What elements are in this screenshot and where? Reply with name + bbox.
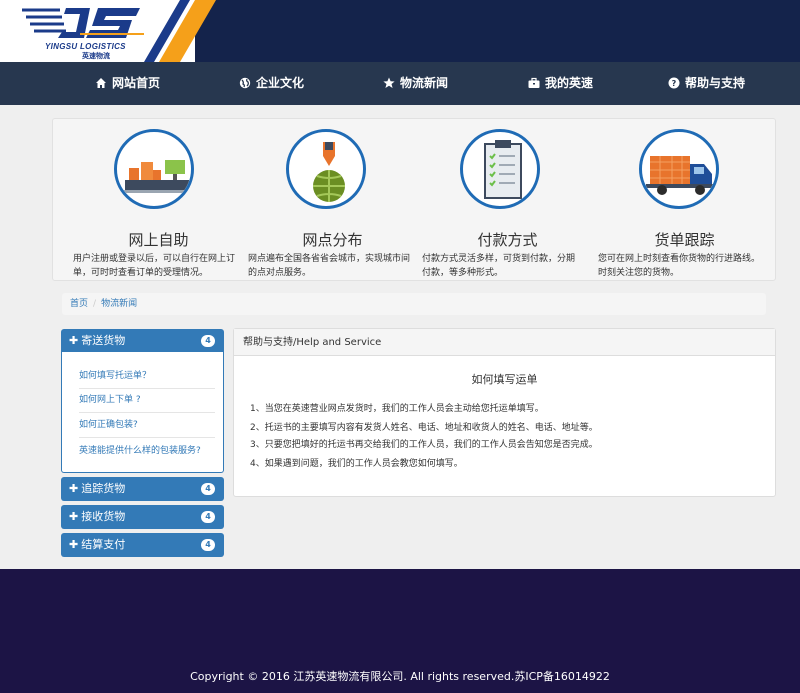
nav-label: 企业文化	[256, 76, 305, 90]
article-line: 2、托运书的主要填写内容有发货人姓名、电话、地址和收货人的姓名、电话、地址等。	[250, 423, 598, 433]
briefcase-icon	[528, 77, 540, 88]
nav-item-home[interactable]: 网站首页	[95, 62, 160, 105]
sidebar-group-send[interactable]: ✚ 寄送货物 4	[61, 329, 224, 353]
star-icon	[383, 77, 395, 88]
nav-label: 我的英速	[545, 76, 594, 90]
sidebar-group-receive[interactable]: ✚ 接收货物 4	[61, 505, 224, 529]
nav-label: 物流新闻	[400, 76, 449, 90]
sidebar-group-label: 追踪货物	[81, 482, 126, 495]
nav-item-help[interactable]: ? 帮助与支持	[668, 62, 745, 105]
sidebar-group-label: 结算支付	[81, 538, 126, 551]
breadcrumb-current: 物流新闻	[101, 299, 138, 309]
globe-icon	[239, 77, 251, 89]
nav-label: 帮助与支持	[685, 76, 746, 90]
logo-wordmark: YINGSU LOGISTICS	[45, 42, 126, 51]
feature-description: 用户注册或登录以后，可以自行在网上订单，可时时查看订单的受理情况。	[73, 254, 236, 278]
content-panel-header: 帮助与支持/Help and Service	[234, 329, 775, 356]
article-line: 4、如果遇到问题，我们的工作人员会教您如何填写。	[250, 459, 463, 469]
sidebar-link-packaging[interactable]: 如何正确包装?	[79, 412, 215, 438]
feature-description: 网点遍布全国各省省会城市，实现城市间的点对点服务。	[248, 254, 411, 278]
home-icon	[96, 78, 106, 88]
count-badge: 4	[201, 335, 215, 347]
help-content-panel: 帮助与支持/Help and Service 如何填写运单 1、当您在英速营业网…	[233, 328, 776, 497]
logo-chinese-name: 英速物流	[82, 52, 110, 60]
breadcrumb-home-link[interactable]: 首页	[70, 299, 88, 309]
sidebar-group-track[interactable]: ✚ 追踪货物 4	[61, 477, 224, 501]
article-line: 1、当您在英速营业网点发货时，我们的工作人员会主动给您托运单填写。	[250, 404, 544, 414]
sidebar-group-send-links: 如何填写托运单？ 如何网上下单 ? 如何正确包装? 英速能提供什么样的包装服务?	[61, 352, 224, 473]
feature-title: 网上自助	[128, 231, 189, 249]
nav-item-news[interactable]: 物流新闻	[383, 62, 448, 105]
self-service-icon	[114, 129, 194, 209]
feature-title: 付款方式	[477, 231, 538, 249]
sidebar-group-label: 寄送货物	[81, 334, 126, 347]
site-header: YINGSU LOGISTICS 英速物流	[0, 0, 800, 62]
main-navigation: 网站首页 企业文化 物流新闻 我的英速 ? 帮助与支持	[0, 62, 800, 105]
site-footer: Copyright © 2016 江苏英速物流有限公司. All rights …	[0, 569, 800, 693]
nav-item-my-account[interactable]: 我的英速	[528, 62, 593, 105]
nav-label: 网站首页	[112, 76, 161, 90]
breadcrumb-separator: /	[93, 299, 97, 309]
sidebar-group-label: 接收货物	[81, 510, 126, 523]
plus-icon: ✚	[69, 538, 79, 551]
count-badge: 4	[201, 539, 215, 551]
company-logo[interactable]	[20, 4, 150, 44]
plus-icon: ✚	[69, 482, 79, 495]
question-circle-icon: ?	[668, 77, 680, 89]
feature-title: 货单跟踪	[654, 231, 715, 249]
article-title: 如何填写运单	[471, 373, 538, 386]
network-globe-icon	[286, 129, 366, 209]
article-line: 3、只要您把填好的托运书再交给我们的工作人员，我们的工作人员会告知您是否完成。	[250, 440, 598, 450]
plus-icon: ✚	[69, 334, 79, 347]
feature-title: 网点分布	[302, 231, 363, 249]
features-panel: 网上自助 用户注册或登录以后，可以自行在网上订单，可时时查看订单的受理情况。 网…	[52, 118, 776, 281]
breadcrumb: 首页 / 物流新闻	[62, 293, 766, 315]
delivery-truck-icon	[639, 129, 719, 209]
sidebar-group-payment[interactable]: ✚ 结算支付 4	[61, 533, 224, 557]
feature-description: 您可在网上时刻查看你货物的行进路线。时刻关注您的货物。	[598, 254, 761, 278]
svg-text:?: ?	[672, 79, 677, 88]
nav-item-culture[interactable]: 企业文化	[239, 62, 304, 105]
clipboard-checklist-icon	[460, 129, 540, 209]
count-badge: 4	[201, 511, 215, 523]
copyright-text: Copyright © 2016 江苏英速物流有限公司. All rights …	[190, 670, 610, 683]
plus-icon: ✚	[69, 510, 79, 523]
sidebar-link-fill-waybill[interactable]: 如何填写托运单？	[79, 363, 215, 389]
count-badge: 4	[201, 483, 215, 495]
sidebar-link-online-order[interactable]: 如何网上下单 ?	[79, 387, 215, 413]
feature-description: 付款方式灵活多样，可货到付款，分期付款，等多种形式。	[422, 254, 576, 278]
sidebar-link-packaging-services[interactable]: 英速能提供什么样的包装服务?	[79, 438, 215, 464]
